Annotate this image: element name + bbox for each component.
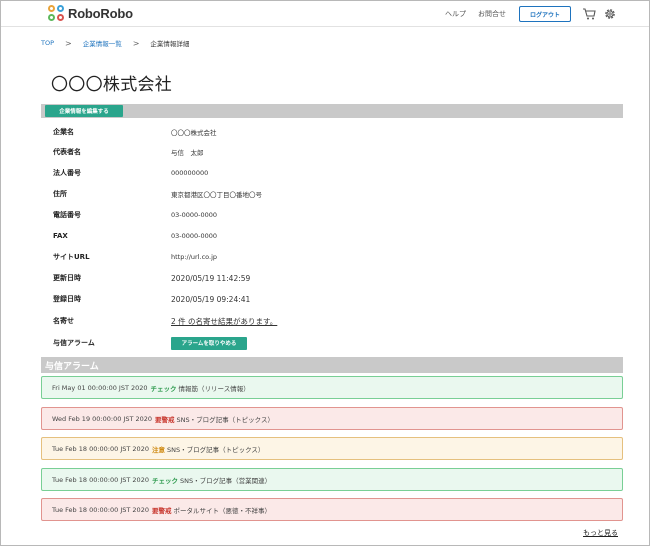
breadcrumb-top[interactable]: TOP xyxy=(41,39,54,47)
cart-icon[interactable] xyxy=(582,7,596,21)
info-row-credit-alarm: 与信アラーム アラームを取りやめる xyxy=(53,336,613,350)
alarm-level: チェック xyxy=(151,476,178,485)
info-label: 法人番号 xyxy=(53,169,81,177)
alarm-section-bar xyxy=(41,357,623,373)
breadcrumb-current: 企業情報詳細 xyxy=(150,40,190,48)
info-value: 〇〇〇株式会社 xyxy=(171,129,217,137)
info-label: 与信アラーム xyxy=(53,339,95,347)
alarm-section-title: 与信アラーム xyxy=(45,362,99,372)
alarm-body: SNS・ブログ記事（営業関連） xyxy=(179,476,272,485)
info-label: 代表者名 xyxy=(53,148,81,156)
alarm-body: ポータルサイト（悪徳・不祥事） xyxy=(173,506,271,515)
alarm-item[interactable]: Wed Feb 19 00:00:00 JST 2020 要警戒 SNS・ブログ… xyxy=(41,407,623,430)
name-matching-link[interactable]: 2 件 の名寄せ結果があります。 xyxy=(171,316,277,327)
alarm-date: Tue Feb 18 00:00:00 JST 2020 xyxy=(52,505,149,514)
info-value: 2020/05/19 09:24:41 xyxy=(171,294,251,304)
info-row-representative: 代表者名 与信 太郎 xyxy=(53,145,613,159)
edit-company-button[interactable]: 企業情報を編集する xyxy=(45,105,123,117)
alarm-date: Fri May 01 00:00:00 JST 2020 xyxy=(52,383,148,392)
info-label: 電話番号 xyxy=(53,211,81,219)
info-value: 2020/05/19 11:42:59 xyxy=(171,273,251,283)
info-label: 更新日時 xyxy=(53,274,81,282)
info-row-fax: FAX 03-0000-0000 xyxy=(53,229,613,243)
info-value: 東京都港区〇〇丁目〇番地〇号 xyxy=(171,191,262,199)
info-label: 名寄せ xyxy=(53,317,74,325)
logo-mark-icon xyxy=(48,5,64,21)
breadcrumb-separator: > xyxy=(132,38,140,48)
logo[interactable]: RoboRobo xyxy=(48,4,133,22)
help-link[interactable]: ヘルプ xyxy=(445,9,466,19)
alarm-body: SNS・ブログ記事（トピックス） xyxy=(176,415,274,424)
alarm-level: 注意 xyxy=(151,445,165,454)
info-label: サイトURL xyxy=(53,253,90,261)
top-header: RoboRobo ヘルプ お問合せ ログアウト xyxy=(1,1,649,27)
info-row-updated-at: 更新日時 2020/05/19 11:42:59 xyxy=(53,271,613,285)
info-label: 企業名 xyxy=(53,128,74,136)
more-link[interactable]: もっと見る xyxy=(583,528,618,538)
alarm-level: 要警戒 xyxy=(151,506,172,515)
alarm-item[interactable]: Tue Feb 18 00:00:00 JST 2020 チェック SNS・ブロ… xyxy=(41,468,623,491)
breadcrumb: TOP > 企業情報一覧 > 企業情報詳細 xyxy=(41,38,190,49)
alarm-date: Tue Feb 18 00:00:00 JST 2020 xyxy=(52,444,149,453)
info-value: 03-0000-0000 xyxy=(171,232,218,240)
alarm-date: Tue Feb 18 00:00:00 JST 2020 xyxy=(52,475,149,484)
alarm-body: 情報筋（リリース情報） xyxy=(178,384,250,393)
info-value: 与信 太郎 xyxy=(171,149,204,157)
info-value: 03-0000-0000 xyxy=(171,211,218,219)
alarm-item[interactable]: Tue Feb 18 00:00:00 JST 2020 注意 SNS・ブログ記… xyxy=(41,437,623,460)
info-section-bar xyxy=(41,104,623,118)
gear-icon[interactable] xyxy=(603,7,617,21)
page-title: 〇〇〇株式会社 xyxy=(51,75,173,95)
alarm-body: SNS・ブログ記事（トピックス） xyxy=(166,445,265,454)
alarm-level: チェック xyxy=(150,384,177,393)
info-row-name-matching: 名寄せ 2 件 の名寄せ結果があります。 xyxy=(53,314,613,328)
breadcrumb-separator: > xyxy=(65,38,72,48)
alarm-item[interactable]: Fri May 01 00:00:00 JST 2020 チェック 情報筋（リリ… xyxy=(41,376,623,399)
info-value: 000000000 xyxy=(171,169,209,177)
site-url-link[interactable]: http://url.co.jp xyxy=(171,253,217,261)
alarm-level: 要警戒 xyxy=(155,415,175,424)
info-label: 登録日時 xyxy=(53,295,81,303)
stop-alarm-button[interactable]: アラームを取りやめる xyxy=(171,336,247,350)
info-row-address: 住所 東京都港区〇〇丁目〇番地〇号 xyxy=(53,187,613,201)
logo-text: RoboRobo xyxy=(68,5,133,21)
info-row-company-name: 企業名 〇〇〇株式会社 xyxy=(53,125,613,139)
info-label: 住所 xyxy=(53,190,67,198)
info-row-registered-at: 登録日時 2020/05/19 09:24:41 xyxy=(53,292,613,306)
contact-link[interactable]: お問合せ xyxy=(478,9,506,19)
info-label: FAX xyxy=(53,232,68,240)
info-row-corporate-number: 法人番号 000000000 xyxy=(53,166,613,180)
breadcrumb-company-list[interactable]: 企業情報一覧 xyxy=(83,38,122,48)
info-row-site-url: サイトURL http://url.co.jp xyxy=(53,250,613,264)
alarm-date: Wed Feb 19 00:00:00 JST 2020 xyxy=(52,414,153,423)
info-row-phone: 電話番号 03-0000-0000 xyxy=(53,208,613,222)
alarm-item[interactable]: Tue Feb 18 00:00:00 JST 2020 要警戒 ポータルサイト… xyxy=(41,498,623,521)
logout-button[interactable]: ログアウト xyxy=(519,6,571,22)
